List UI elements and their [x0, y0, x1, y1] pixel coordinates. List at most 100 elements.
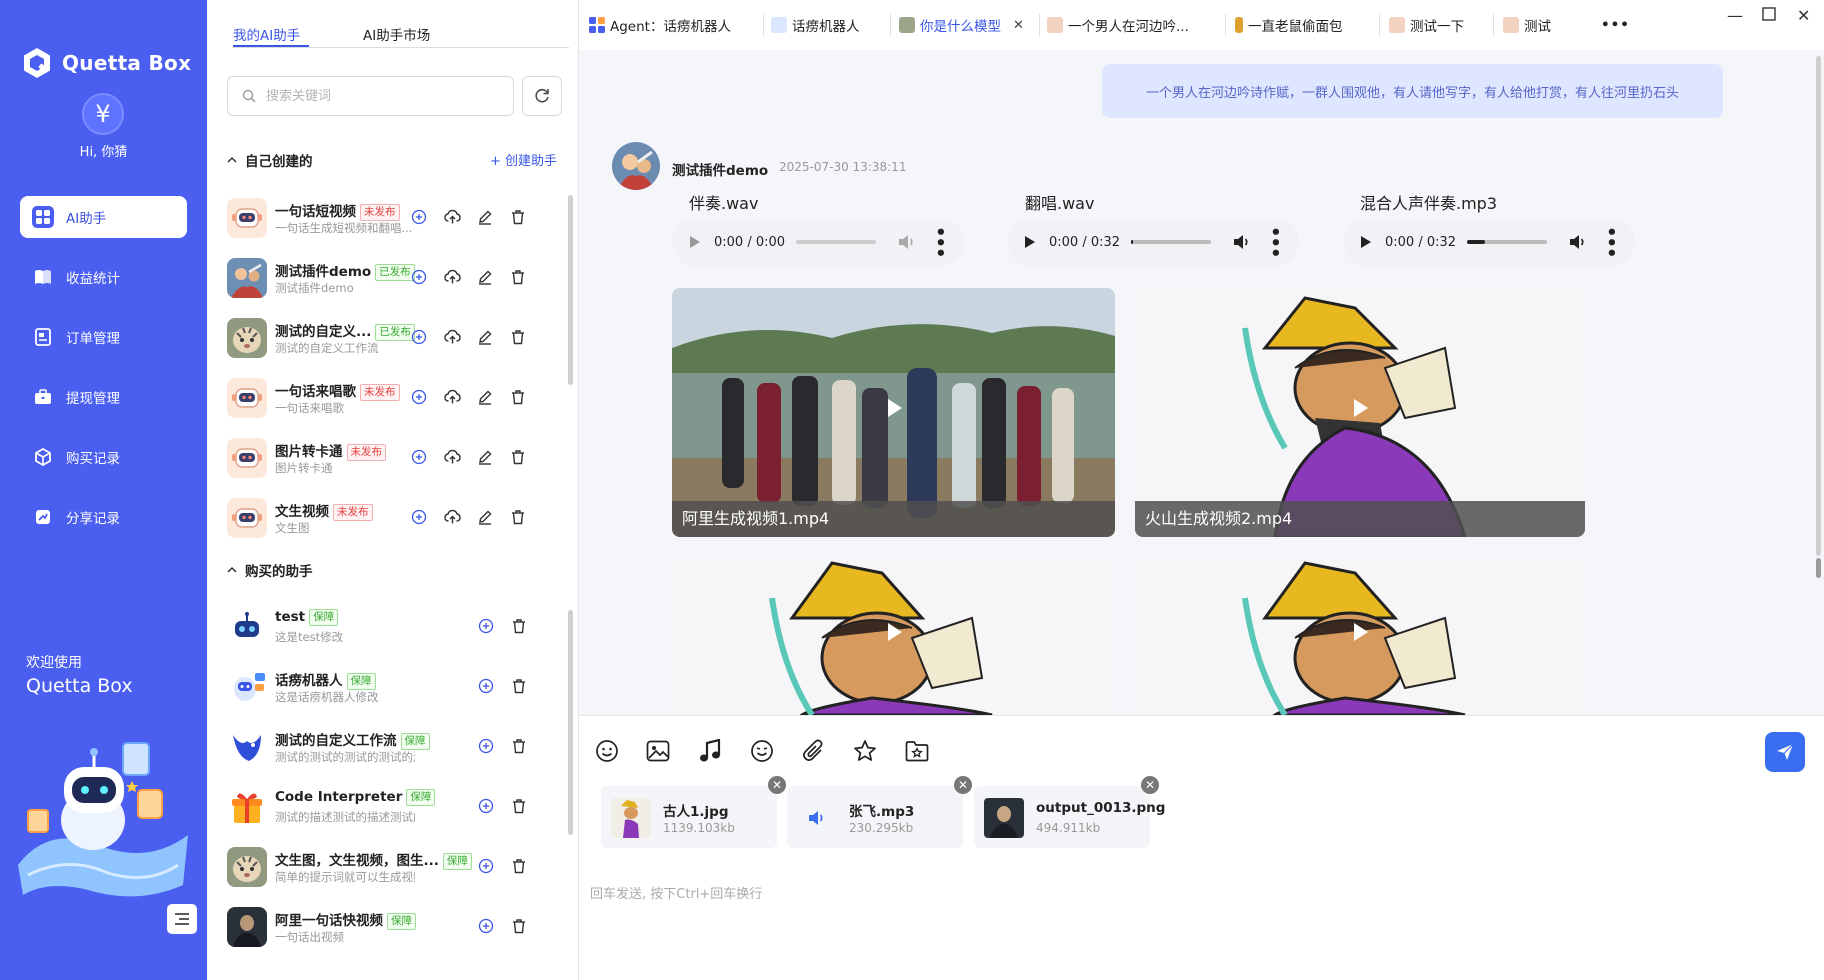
more-options-icon[interactable]: •••: [1600, 226, 1621, 258]
user-avatar[interactable]: ¥: [82, 93, 124, 135]
scrollbar-created[interactable]: [568, 195, 573, 385]
delete-icon[interactable]: [510, 797, 528, 815]
play-icon[interactable]: [1354, 622, 1368, 641]
remove-attachment-icon[interactable]: ✕: [1141, 776, 1159, 794]
message-input-placeholder[interactable]: 回车发送, 按下Ctrl+回车换行: [590, 883, 762, 902]
add-chat-icon[interactable]: [477, 797, 495, 815]
video-tile[interactable]: 阿里生成视频1.mp4: [672, 288, 1115, 537]
music-icon[interactable]: [697, 738, 723, 764]
video-tile[interactable]: [672, 558, 1115, 715]
chat-scrollbar-thumb[interactable]: [1816, 558, 1821, 578]
nav-item-orders[interactable]: 订单管理: [20, 316, 187, 358]
create-assistant-button[interactable]: + 创建助手: [490, 150, 557, 169]
volume-icon[interactable]: [1569, 234, 1587, 250]
add-chat-icon[interactable]: [410, 388, 428, 406]
publish-upload-icon[interactable]: [443, 328, 461, 346]
scrollbar-bought[interactable]: [568, 610, 573, 835]
nav-item-earnings[interactable]: 收益统计: [20, 256, 187, 298]
add-chat-icon[interactable]: [477, 737, 495, 755]
audio-seek-bar[interactable]: [796, 240, 876, 244]
assistant-row[interactable]: 一句话来唱歌 未发布 一句话来唱歌: [227, 372, 562, 422]
nav-item-ai-assistant[interactable]: AI助手: [20, 196, 187, 238]
add-chat-icon[interactable]: [410, 508, 428, 526]
video-tile[interactable]: [1135, 558, 1585, 715]
more-tabs-icon[interactable]: •••: [1601, 14, 1630, 36]
remove-attachment-icon[interactable]: ✕: [768, 776, 786, 794]
chat-tab[interactable]: 测试: [1503, 14, 1551, 36]
publish-upload-icon[interactable]: [443, 508, 461, 526]
audio-seek-bar[interactable]: [1131, 240, 1211, 244]
assistant-row[interactable]: 测试的自定义工作流保障 测试的测试的测试的测试的测...: [227, 721, 562, 771]
emoji-icon[interactable]: [594, 738, 620, 764]
favorites-folder-icon[interactable]: [904, 738, 930, 764]
delete-icon[interactable]: [509, 328, 527, 346]
edit-icon[interactable]: [476, 388, 494, 406]
video-tile[interactable]: 火山生成视频2.mp4: [1135, 288, 1585, 537]
assistant-row[interactable]: 测试插件demo 已发布 测试插件demo: [227, 252, 562, 302]
chat-tab[interactable]: 话痨机器人: [771, 14, 860, 36]
remove-attachment-icon[interactable]: ✕: [954, 776, 972, 794]
add-chat-icon[interactable]: [410, 448, 428, 466]
assistant-row[interactable]: Code Interpreter保障 测试的描述测试的描述测试的描述...: [227, 781, 562, 831]
delete-icon[interactable]: [509, 508, 527, 526]
chat-tab[interactable]: 一直老鼠偷面包: [1235, 14, 1343, 36]
play-icon[interactable]: [887, 622, 902, 641]
nav-item-withdraw[interactable]: 提现管理: [20, 376, 187, 418]
chat-tab[interactable]: 测试一下: [1389, 14, 1464, 36]
delete-icon[interactable]: [510, 617, 528, 635]
minimize-icon[interactable]: —: [1727, 6, 1743, 25]
assistant-row[interactable]: 阿里一句话快视频 保障 一句话出视频: [227, 901, 562, 951]
chat-tab[interactable]: 一个男人在河边吟...: [1047, 14, 1189, 36]
delete-icon[interactable]: [509, 268, 527, 286]
play-icon[interactable]: [887, 398, 902, 417]
add-chat-icon[interactable]: [477, 917, 495, 935]
refresh-button[interactable]: [522, 76, 562, 116]
sticker-icon[interactable]: [749, 738, 775, 764]
publish-upload-icon[interactable]: [443, 208, 461, 226]
assistant-row[interactable]: 图片转卡通 未发布 图片转卡通: [227, 432, 562, 482]
assistant-row[interactable]: 一句话短视频 未发布 一句话生成短视频和翻唱...: [227, 192, 562, 242]
section-header-bought[interactable]: 购买的助手: [227, 560, 313, 580]
play-icon[interactable]: [1361, 236, 1371, 248]
assistant-row[interactable]: 话痨机器人 保障 这是话痨机器人修改: [227, 661, 562, 711]
section-header-created[interactable]: 自己创建的: [227, 150, 313, 170]
add-chat-icon[interactable]: [410, 268, 428, 286]
volume-icon[interactable]: [898, 234, 916, 250]
assistant-row[interactable]: 文生视频 未发布 文生图: [227, 492, 562, 542]
nav-item-purchase-records[interactable]: 购买记录: [20, 436, 187, 478]
publish-upload-icon[interactable]: [443, 268, 461, 286]
assistant-row[interactable]: 测试的自定义... 已发布 测试的自定义工作流: [227, 312, 562, 362]
edit-icon[interactable]: [476, 268, 494, 286]
image-icon[interactable]: [645, 738, 671, 764]
play-icon[interactable]: [1025, 236, 1035, 248]
delete-icon[interactable]: [509, 208, 527, 226]
chat-scrollbar-track[interactable]: [1816, 56, 1821, 556]
publish-upload-icon[interactable]: [443, 448, 461, 466]
delete-icon[interactable]: [509, 448, 527, 466]
edit-icon[interactable]: [476, 448, 494, 466]
add-chat-icon[interactable]: [410, 208, 428, 226]
nav-item-share-records[interactable]: 分享记录: [20, 496, 187, 538]
search-input[interactable]: [266, 88, 486, 104]
chat-tab-active[interactable]: 你是什么模型 ✕: [899, 14, 1024, 36]
delete-icon[interactable]: [510, 917, 528, 935]
edit-icon[interactable]: [476, 208, 494, 226]
assistant-row[interactable]: test 保障 这是test修改: [227, 601, 562, 651]
attachment-icon[interactable]: [801, 738, 827, 764]
edit-icon[interactable]: [476, 328, 494, 346]
close-tab-icon[interactable]: ✕: [1013, 18, 1024, 33]
add-chat-icon[interactable]: [477, 617, 495, 635]
delete-icon[interactable]: [510, 677, 528, 695]
add-chat-icon[interactable]: [477, 677, 495, 695]
more-options-icon[interactable]: •••: [929, 226, 950, 258]
delete-icon[interactable]: [509, 388, 527, 406]
send-button[interactable]: [1765, 732, 1805, 772]
edit-icon[interactable]: [476, 508, 494, 526]
tab-assistant-market[interactable]: AI助手市场: [363, 24, 430, 44]
delete-icon[interactable]: [510, 857, 528, 875]
add-chat-icon[interactable]: [477, 857, 495, 875]
delete-icon[interactable]: [510, 737, 528, 755]
play-icon[interactable]: [690, 236, 700, 248]
add-chat-icon[interactable]: [410, 328, 428, 346]
assistant-row[interactable]: 文生图，文生视频，图生... 保障 简单的提示词就可以生成视频: [227, 841, 562, 891]
